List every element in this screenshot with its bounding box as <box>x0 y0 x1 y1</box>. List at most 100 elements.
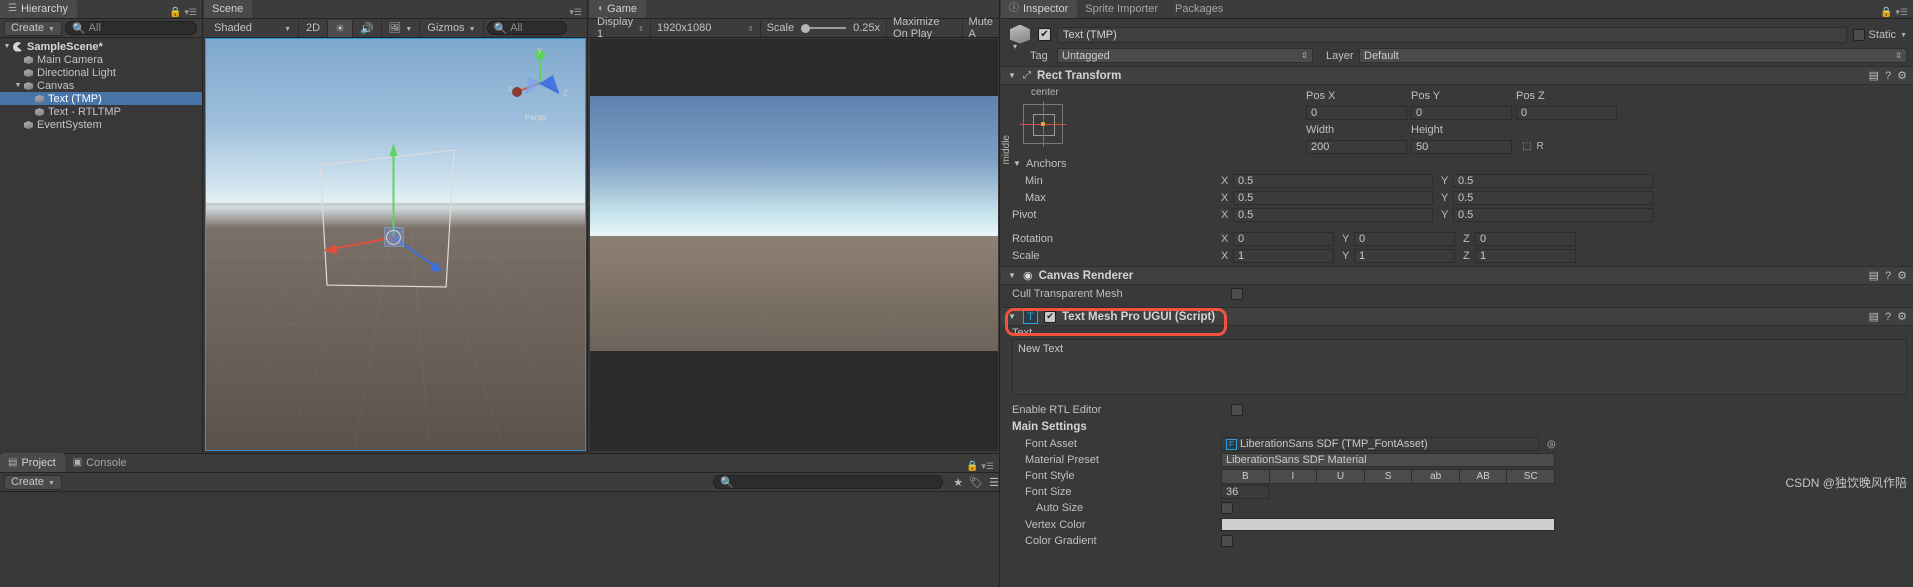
font-style-u[interactable]: U <box>1317 468 1365 484</box>
hierarchy-item-eventsystem[interactable]: ▸ EventSystem <box>0 118 202 131</box>
mute-audio-button[interactable]: Mute A <box>962 16 999 40</box>
scene-search-input[interactable]: 🔍 All <box>486 21 567 35</box>
anchor-max-x-input[interactable]: 0.5 <box>1233 190 1433 205</box>
component-actions[interactable]: ▤ ? ⚙ <box>1869 269 1913 283</box>
layer-dropdown[interactable]: Default ⇳ <box>1359 48 1907 63</box>
preset-icon[interactable]: ▤ <box>1869 269 1879 282</box>
component-actions[interactable]: ▤ ? ⚙ <box>1869 310 1913 324</box>
project-browser[interactable] <box>0 492 999 587</box>
gear-icon[interactable]: ⚙ <box>1897 269 1907 282</box>
expand-triangle-icon[interactable]: ▼ <box>2 43 12 50</box>
font-style-ab[interactable]: AB <box>1459 468 1508 484</box>
pivot-x-input[interactable]: 0.5 <box>1233 207 1433 222</box>
text-input[interactable]: New Text <box>1012 339 1907 395</box>
scene-tab-menu[interactable]: ▾☰ <box>569 7 587 18</box>
expand-triangle-icon[interactable]: ▼ <box>13 82 23 89</box>
star-filter-icon[interactable]: ★ <box>953 476 963 489</box>
anchor-max-y-input[interactable]: 0.5 <box>1453 190 1653 205</box>
tab-hierarchy[interactable]: ☰ Hierarchy <box>0 0 78 18</box>
anchor-min-y-input[interactable]: 0.5 <box>1453 173 1653 188</box>
preset-icon[interactable]: ▤ <box>1869 69 1879 82</box>
project-search-input[interactable]: 🔍 <box>713 475 944 489</box>
font-style-buttons[interactable]: B I U Sab AB SC <box>1221 468 1556 484</box>
cull-transparent-mesh-checkbox[interactable] <box>1231 287 1243 300</box>
font-style-b[interactable]: B <box>1221 468 1270 484</box>
display-dropdown[interactable]: Display 1 ⇳ <box>591 16 651 40</box>
component-actions[interactable]: ▤ ? ⚙ <box>1869 69 1913 83</box>
anchor-preset-widget[interactable] <box>1020 101 1066 147</box>
font-asset-field[interactable]: F LiberationSans SDF (TMP_FontAsset) <box>1221 437 1539 451</box>
tmp-enabled-checkbox[interactable]: ✔ <box>1044 310 1056 323</box>
hierarchy-item-text-tmp[interactable]: ▸ Text (TMP) <box>0 92 202 105</box>
chevron-down-icon[interactable]: ▼ <box>1900 32 1907 39</box>
tab-scene[interactable]: Scene <box>204 0 253 18</box>
help-icon[interactable]: ? <box>1885 311 1891 323</box>
pos-z-input[interactable]: 0 <box>1516 105 1617 120</box>
font-asset-picker-icon[interactable]: ◎ <box>1539 439 1556 450</box>
hierarchy-item-canvas[interactable]: ▼ Canvas <box>0 79 202 92</box>
shading-mode-dropdown[interactable]: Shaded ▼ <box>207 19 299 37</box>
preset-icon[interactable]: ▤ <box>1869 310 1879 323</box>
scale-slider[interactable]: Scale 0.25x <box>760 19 888 37</box>
kebab-menu-icon[interactable]: ▾☰ <box>184 7 197 18</box>
lock-icon[interactable]: 🔒 <box>1880 7 1892 18</box>
font-size-input[interactable]: 36 <box>1221 485 1269 499</box>
hierarchy-item-main-camera[interactable]: ▸ Main Camera <box>0 53 202 66</box>
anchor-preset-area[interactable]: center middle <box>1001 87 1093 164</box>
anchors-collapse-icon[interactable]: ▼ <box>1012 159 1022 168</box>
anchor-min-x-input[interactable]: 0.5 <box>1233 173 1433 188</box>
font-style-i[interactable]: I <box>1269 468 1318 484</box>
project-list-view-icon[interactable]: ☰ <box>989 476 999 489</box>
font-style-ab[interactable]: ab <box>1412 468 1460 484</box>
scene-audio-toggle[interactable]: 🔊 <box>352 19 382 37</box>
material-preset-dropdown[interactable]: LiberationSans SDF Material <box>1221 453 1555 467</box>
pivot-y-input[interactable]: 0.5 <box>1453 207 1653 222</box>
gameobject-name-input[interactable]: Text (TMP) <box>1057 26 1847 43</box>
static-toggle[interactable]: Static ▼ <box>1852 28 1907 41</box>
gameobject-enabled-checkbox[interactable]: ✔ <box>1038 28 1051 41</box>
tab-packages[interactable]: Packages <box>1167 0 1232 18</box>
scene-lighting-toggle[interactable]: ☀ <box>328 19 353 37</box>
hierarchy-item-directional-light[interactable]: ▸ Directional Light <box>0 66 202 79</box>
kebab-menu-icon[interactable]: ▾☰ <box>1895 7 1908 18</box>
hierarchy-item-text-rtltmp[interactable]: ▸ Text - RTLTMP <box>0 105 202 118</box>
tab-sprite-importer[interactable]: Sprite Importer <box>1077 0 1167 18</box>
blueprint-mode-icon[interactable]: ⬚ <box>1522 141 1531 152</box>
inspector-tab-menu[interactable]: 🔒 ▾☰ <box>1880 7 1913 18</box>
vertex-color-swatch[interactable] <box>1221 518 1555 531</box>
project-create-button[interactable]: Create ▼ <box>4 474 62 490</box>
toggle-2d-button[interactable]: 2D <box>299 19 329 37</box>
lock-icon[interactable]: 🔒 <box>966 461 978 472</box>
scale-slider-control[interactable] <box>801 23 847 33</box>
scene-fx-dropdown[interactable]: 🖼 ▼ <box>381 19 421 37</box>
rotation-x-input[interactable]: 0 <box>1233 231 1334 246</box>
maximize-on-play-button[interactable]: Maximize On Play <box>887 16 963 40</box>
auto-size-checkbox[interactable] <box>1221 502 1233 514</box>
width-input[interactable]: 200 <box>1306 139 1407 154</box>
lock-icon[interactable]: 🔒 <box>169 7 181 18</box>
label-filter-icon[interactable]: 🏷 <box>969 476 983 489</box>
hierarchy-search-input[interactable]: 🔍 All <box>64 21 197 35</box>
scale-y-input[interactable]: 1 <box>1354 248 1455 263</box>
slider-knob[interactable] <box>801 23 811 33</box>
kebab-menu-icon[interactable]: ▾☰ <box>981 461 994 472</box>
gear-icon[interactable]: ⚙ <box>1897 69 1907 82</box>
gizmos-dropdown[interactable]: Gizmos ▼ <box>420 19 484 37</box>
pos-y-input[interactable]: 0 <box>1411 105 1512 120</box>
hierarchy-tab-menu[interactable]: 🔒 ▾☰ <box>169 7 202 18</box>
scene-orientation-gizmo[interactable]: Y X Z Persp <box>507 47 571 122</box>
collapse-triangle-icon[interactable]: ▼ <box>1007 312 1017 321</box>
tab-inspector[interactable]: ⓘ Inspector <box>1001 0 1078 18</box>
rotation-z-input[interactable]: 0 <box>1475 231 1576 246</box>
tab-project[interactable]: ▤ Project <box>0 453 65 472</box>
color-gradient-checkbox[interactable] <box>1221 535 1233 547</box>
scale-x-input[interactable]: 1 <box>1233 248 1334 263</box>
project-tab-menu[interactable]: 🔒 ▾☰ <box>966 461 999 472</box>
height-input[interactable]: 50 <box>1411 139 1512 154</box>
font-style-sc[interactable]: SC <box>1507 468 1556 484</box>
create-button[interactable]: Create ▼ <box>4 20 62 36</box>
gear-icon[interactable]: ⚙ <box>1897 310 1907 323</box>
tmp-script-header[interactable]: ▼ T ✔ Text Mesh Pro UGUI (Script) ▤ ? ⚙ <box>1001 307 1913 326</box>
scene-viewport[interactable]: Y X Z Persp <box>205 38 586 451</box>
canvas-renderer-header[interactable]: ▼ ◉ Canvas Renderer ▤ ? ⚙ <box>1001 266 1913 285</box>
